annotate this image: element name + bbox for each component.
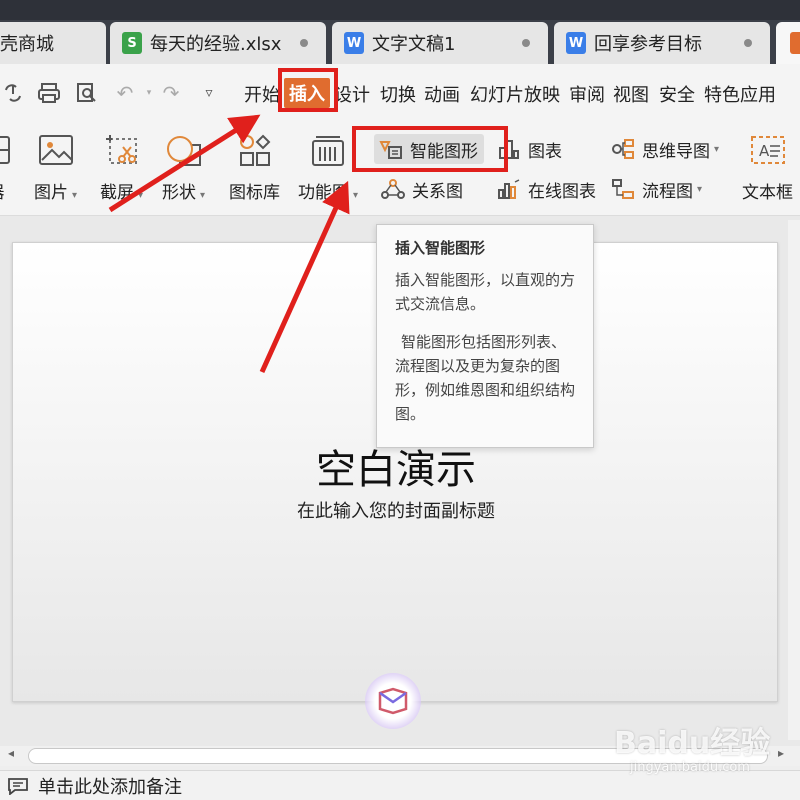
ribbon-label: 器	[0, 178, 5, 203]
menu-design[interactable]: 设计	[334, 81, 370, 107]
document-icon: W	[344, 32, 364, 54]
online-chart-icon	[496, 176, 522, 202]
mindmap-button[interactable]: 思维导图 ▾	[610, 136, 719, 162]
notes-icon	[6, 776, 30, 796]
menu-bar: ↶ ▾ ↷ ▿ 开始 插入 设计 切换 动画 幻灯片放映 审阅 视图 安全 特色…	[0, 64, 800, 120]
dropdown-caret-icon: ▾	[353, 190, 359, 201]
close-dot-icon[interactable]	[522, 39, 530, 47]
tab-label: 壳商城	[0, 34, 54, 55]
dropdown-caret-icon: ▾	[714, 143, 720, 155]
shape-icon	[164, 130, 204, 170]
tab-document-1[interactable]: W 文字文稿1	[332, 22, 548, 64]
menu-review[interactable]: 审阅	[569, 81, 605, 107]
tab-label: 每天的经验.xlsx	[150, 34, 282, 55]
title-strip	[0, 0, 800, 20]
flowchart-icon	[610, 176, 636, 202]
mindmap-icon	[610, 136, 636, 162]
ribbon-label: 截屏 ▾	[100, 183, 144, 203]
flowchart-button[interactable]: 流程图 ▾	[610, 176, 702, 202]
tab-spreadsheet[interactable]: S 每天的经验.xlsx	[110, 22, 326, 64]
online-chart-button[interactable]: 在线图表	[496, 176, 596, 202]
dropdown-caret-icon: ▾	[200, 190, 206, 201]
undo-icon[interactable]: ↶	[112, 81, 138, 105]
ribbon-label: 功能图 ▾	[298, 183, 359, 203]
tab-shell-store[interactable]: 壳商城	[0, 22, 106, 64]
ribbon-button-icon-library[interactable]: 图标库	[229, 130, 280, 203]
ribbon-label: 图片 ▾	[34, 183, 78, 203]
ribbon-button-shape[interactable]: 形状 ▾	[162, 130, 205, 203]
tab-label: 文字文稿1	[372, 34, 456, 55]
mindmap-label: 思维导图	[642, 141, 710, 162]
icon-library-icon	[235, 130, 275, 170]
textbox-icon: A	[748, 130, 788, 170]
menu-view[interactable]: 视图	[613, 81, 649, 107]
dropdown-caret-icon: ▾	[72, 190, 78, 201]
ribbon-button-player[interactable]: 器	[0, 130, 16, 203]
ribbon-button-screenshot[interactable]: 截屏 ▾	[100, 130, 143, 203]
dropdown-caret-icon: ▾	[138, 190, 144, 201]
tab-presentation[interactable]	[776, 22, 800, 64]
menu-special-apps[interactable]: 特色应用	[704, 81, 776, 107]
tab-label: 回享参考目标	[594, 34, 702, 55]
ribbon-label: 图标库	[229, 183, 280, 203]
menu-security[interactable]: 安全	[659, 81, 695, 107]
player-icon	[0, 130, 16, 170]
baidu-watermark-url: jingyan.baidu.com	[630, 760, 750, 775]
link-icon[interactable]	[0, 82, 26, 104]
smartart-tooltip: 插入智能图形 插入智能图形，以直观的方式交流信息。 智能图形包括图形列表、流程图…	[376, 224, 594, 448]
menu-start[interactable]: 开始	[244, 81, 280, 107]
print-icon[interactable]	[36, 82, 62, 104]
baidu-watermark: Baidu经验	[614, 726, 771, 761]
spreadsheet-icon: S	[122, 32, 142, 54]
close-dot-icon[interactable]	[744, 39, 752, 47]
ribbon-button-picture[interactable]: 图片 ▾	[34, 130, 77, 203]
ribbon-button-function-chart[interactable]: 功能图 ▾	[298, 130, 358, 203]
close-dot-icon[interactable]	[300, 39, 308, 47]
relation-chart-icon	[380, 176, 406, 202]
ribbon-label: 形状 ▾	[162, 183, 206, 203]
menu-slideshow[interactable]: 幻灯片放映	[470, 81, 560, 107]
tooltip-details: 智能图形包括图形列表、流程图以及更为复杂的图形，例如维恩图和组织结构图。	[395, 333, 576, 423]
document-icon: W	[566, 32, 586, 54]
relation-chart-label: 关系图	[412, 181, 463, 202]
screenshot-icon	[102, 130, 142, 170]
tooltip-description: 插入智能图形，以直观的方式交流信息。	[395, 271, 576, 313]
menu-animation[interactable]: 动画	[424, 81, 460, 107]
chart-label: 图表	[528, 141, 562, 162]
document-tab-bar: 壳商城 S 每天的经验.xlsx W 文字文稿1 W 回享参考目标	[0, 0, 800, 64]
tab-document-2[interactable]: W 回享参考目标	[554, 22, 770, 64]
ribbon-label: 文本框	[742, 183, 793, 203]
presentation-icon	[790, 32, 800, 54]
function-chart-icon	[308, 130, 348, 170]
redo-icon[interactable]: ↷	[158, 81, 184, 105]
annotation-box-insert	[278, 68, 338, 112]
vertical-scrollbar[interactable]	[788, 220, 800, 740]
scroll-right-icon[interactable]: ▸	[778, 746, 784, 760]
ribbon-button-textbox[interactable]: A 文本框	[742, 130, 793, 203]
scroll-left-icon[interactable]: ◂	[8, 746, 14, 760]
customize-toolbar-icon[interactable]: ▿	[196, 82, 222, 104]
svg-text:A: A	[759, 142, 770, 160]
slide-subtitle[interactable]: 在此输入您的封面副标题	[13, 497, 779, 523]
dropdown-caret-icon: ▾	[697, 183, 703, 195]
annotation-box-smartart	[352, 126, 508, 172]
notes-placeholder[interactable]: 单击此处添加备注	[38, 773, 182, 799]
tooltip-title: 插入智能图形	[395, 239, 486, 257]
assistant-logo-icon[interactable]	[365, 673, 421, 729]
online-chart-label: 在线图表	[528, 181, 596, 202]
picture-icon	[36, 130, 76, 170]
relation-chart-button[interactable]: 关系图	[380, 176, 463, 202]
flowchart-label: 流程图	[642, 181, 693, 202]
print-preview-icon[interactable]	[74, 82, 100, 104]
menu-transition[interactable]: 切换	[380, 81, 416, 107]
